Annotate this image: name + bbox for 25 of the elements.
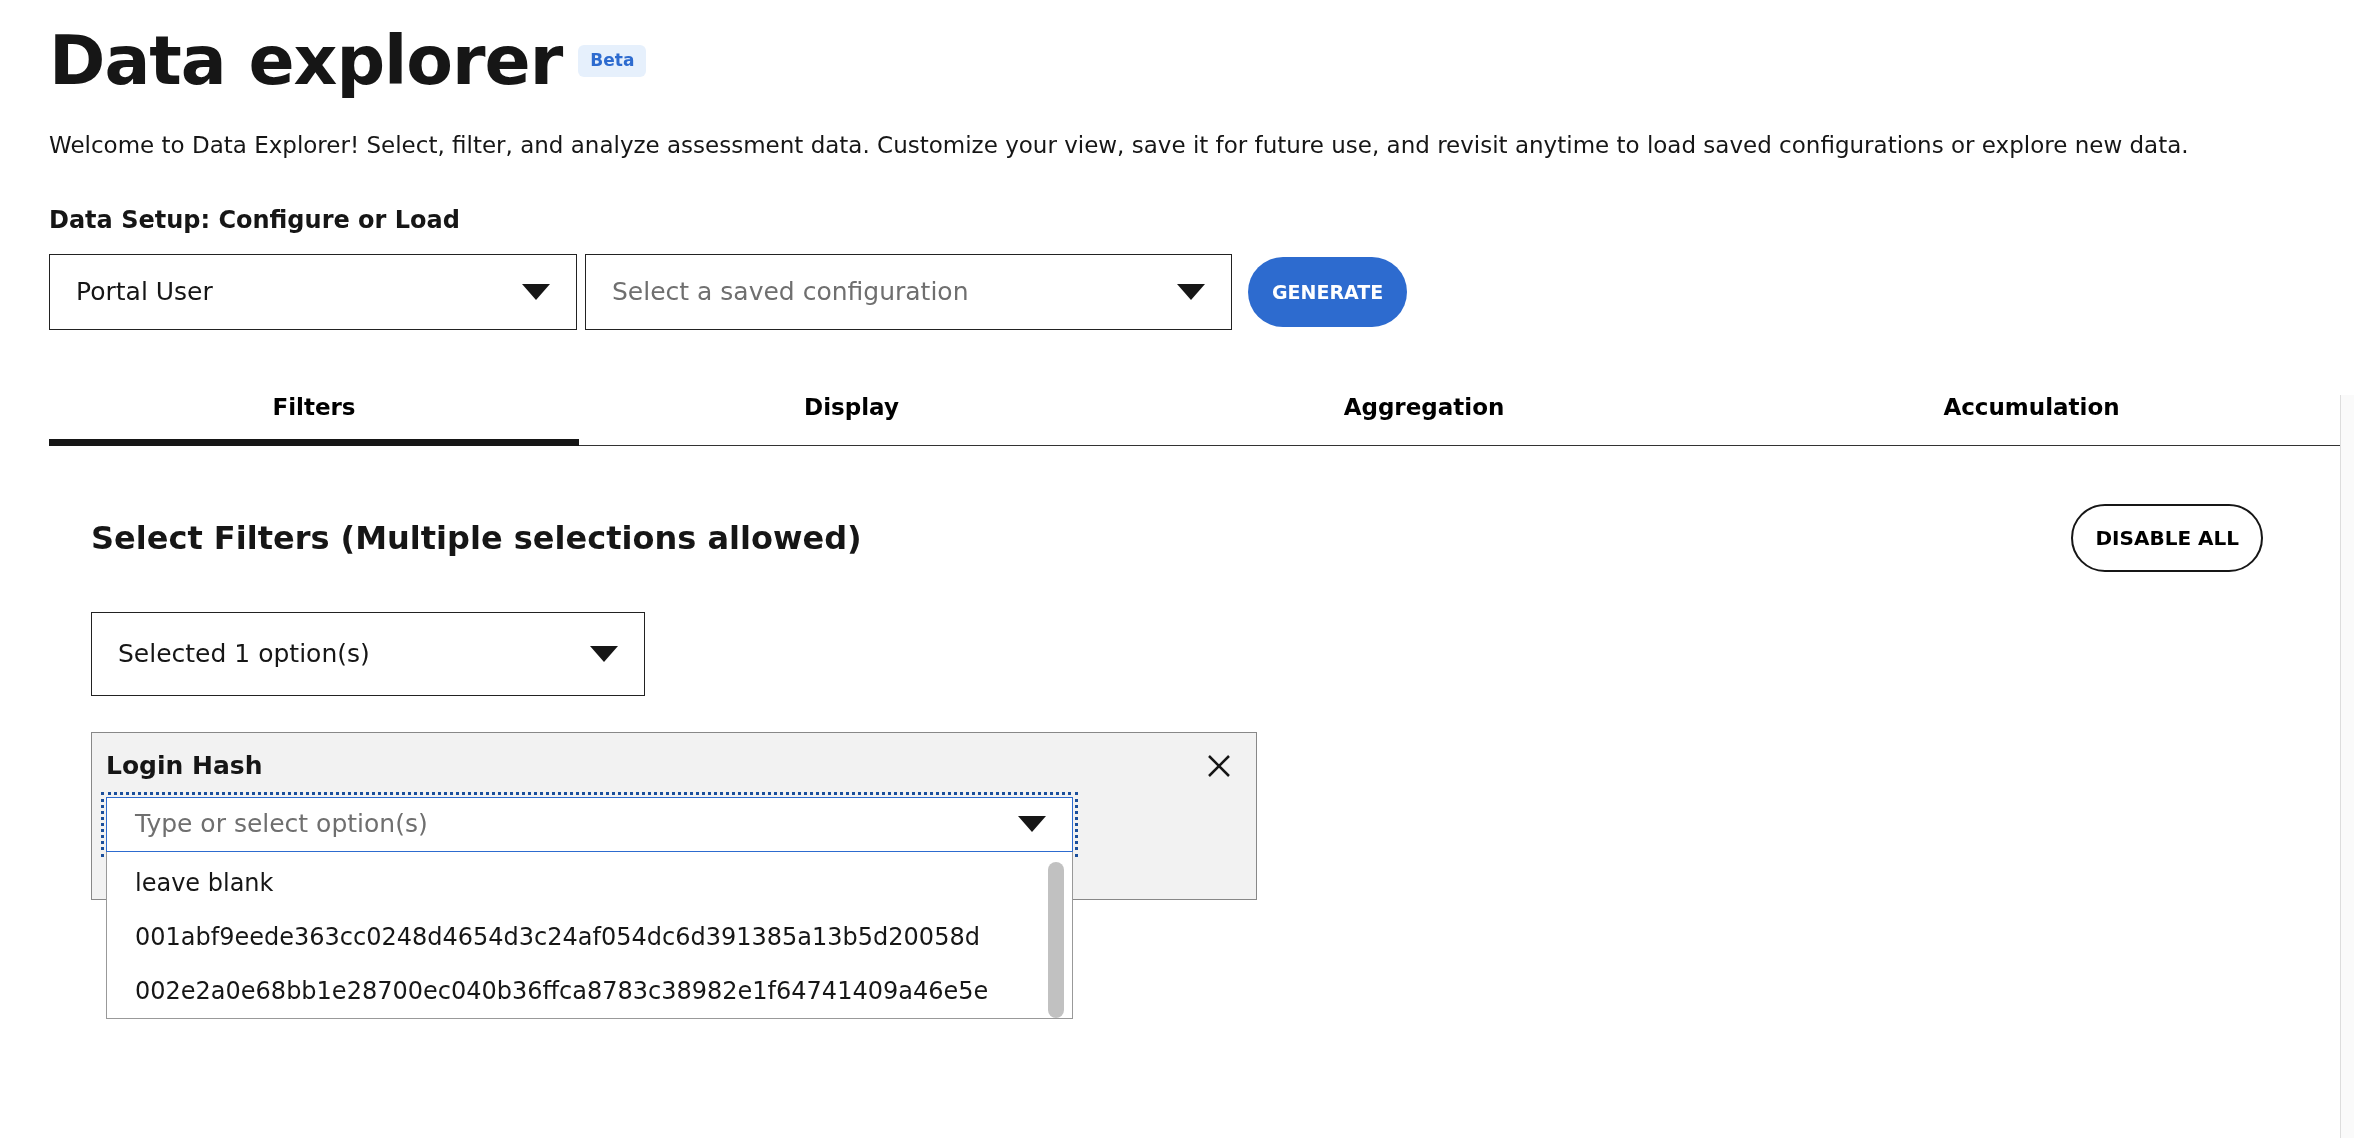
tab[interactable]: Aggregation [1124,376,1724,447]
beta-badge: Beta [578,45,647,77]
caret-icon [590,646,618,663]
page-title: Data explorer [49,20,563,102]
filter-select[interactable]: Selected 1 option(s) [91,612,645,697]
filter-title: Login Hash [106,750,263,783]
section-label: Data Setup: Configure or Load [49,205,461,237]
page-scrollbar[interactable] [2340,395,2354,1138]
configuration-select[interactable]: Select a saved configuration [585,254,1232,331]
source-select[interactable]: Portal User [49,254,577,331]
option-item[interactable]: 002e2a0e68bb1e28700ec040b36ffca8783c38982e1f64741409a46e5e [135,963,1048,1018]
caret-icon [522,284,550,301]
intro-text: Welcome to Data Explorer! Select, filter, and analyze assessment data. Customize your view, save it for future use, and revisit anytime to load saved configurations or explore new data. [49,130,2190,160]
option-item[interactable]: 001abf9eede363cc0248d4654d3c24af054dc6d391385a13b5d20058d [135,909,1048,964]
tab[interactable]: Filters [49,376,579,447]
close-icon[interactable] [1208,754,1230,777]
tab[interactable]: Accumulation [1724,376,2339,447]
caret-icon [1018,816,1046,833]
section-heading: Select Filters (Multiple selections allowed) [91,518,862,560]
caret-icon [1177,284,1205,301]
disable-all-button[interactable]: DISABLE ALL [2071,504,2263,573]
tab[interactable]: Display [579,376,1124,447]
generate-button[interactable]: GENERATE [1248,257,1408,328]
scrollbar-thumb[interactable] [1048,861,1064,1018]
option-item[interactable]: leave blank [135,855,1048,910]
